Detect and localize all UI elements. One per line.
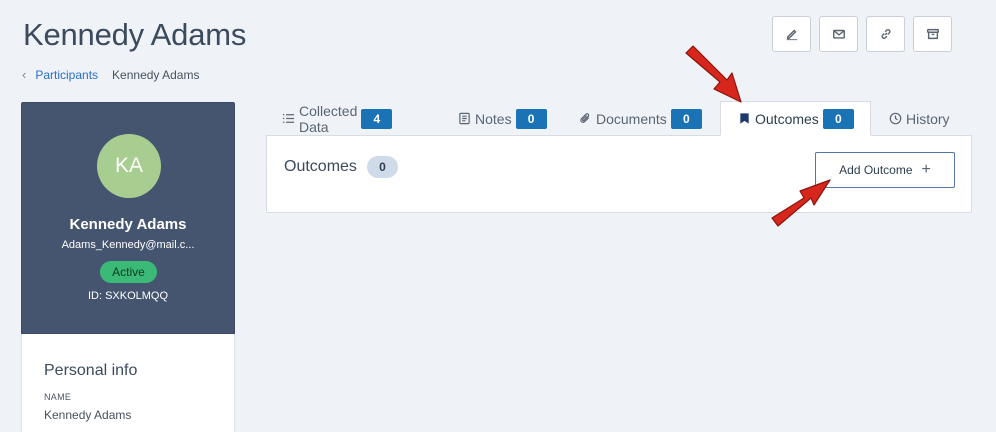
status-badge: Active (100, 261, 157, 283)
outcomes-heading: Outcomes 0 (284, 156, 398, 178)
name-value: Kennedy Adams (44, 408, 132, 422)
tab-label: Notes (475, 110, 512, 127)
personal-info-card: Personal info NAME Kennedy Adams (21, 334, 235, 432)
tab-count-badge: 4 (361, 108, 393, 129)
breadcrumb: ‹ Participants Kennedy Adams (22, 67, 199, 82)
chevron-left-icon: ‹ (22, 67, 27, 82)
annotation-arrow-icon (771, 179, 831, 227)
list-icon (282, 112, 295, 125)
tab-history[interactable]: History (889, 101, 950, 136)
archive-button[interactable] (913, 16, 952, 52)
mail-icon (832, 29, 845, 39)
profile-name: Kennedy Adams (69, 216, 187, 233)
clock-icon (889, 112, 902, 125)
email-button[interactable] (819, 16, 858, 52)
page-title: Kennedy Adams (23, 17, 247, 52)
outcomes-panel: Outcomes 0 Add Outcome + (266, 135, 972, 213)
bookmark-icon (738, 112, 751, 125)
plus-icon: + (921, 161, 931, 178)
header-toolbar (772, 16, 952, 52)
tab-label: Collected Data (299, 102, 358, 135)
outcomes-title: Outcomes (284, 158, 357, 175)
tab-label: Documents (596, 110, 667, 127)
edit-button[interactable] (772, 16, 811, 52)
link-icon (880, 29, 891, 39)
notes-icon (458, 112, 471, 125)
profile-id: ID: SXKOLMQQ (87, 290, 169, 302)
name-label: NAME (44, 392, 72, 402)
paperclip-icon (579, 112, 592, 125)
tab-label: Outcomes (755, 110, 819, 127)
annotation-arrow-icon (685, 45, 742, 103)
link-button[interactable] (866, 16, 905, 52)
personal-info-title: Personal info (44, 362, 138, 379)
tab-count-badge: 0 (822, 108, 854, 129)
archive-icon (926, 28, 939, 40)
profile-card: KA Kennedy Adams Adams_Kennedy@mail.c...… (21, 102, 235, 334)
profile-email: Adams_Kennedy@mail.c... (61, 239, 195, 251)
tab-count-badge: 0 (670, 108, 702, 129)
tab-collected-data[interactable]: Collected Data 4 (282, 101, 393, 136)
add-outcome-label: Add Outcome (839, 163, 913, 177)
breadcrumb-current: Kennedy Adams (112, 67, 200, 82)
tab-count-badge: 0 (515, 108, 547, 129)
tab-notes[interactable]: Notes 0 (458, 101, 547, 136)
outcomes-count-badge: 0 (366, 156, 398, 178)
edit-icon (786, 29, 797, 41)
avatar: KA (97, 134, 161, 198)
tab-label: History (906, 110, 950, 127)
breadcrumb-participants-link[interactable]: Participants (35, 68, 98, 82)
